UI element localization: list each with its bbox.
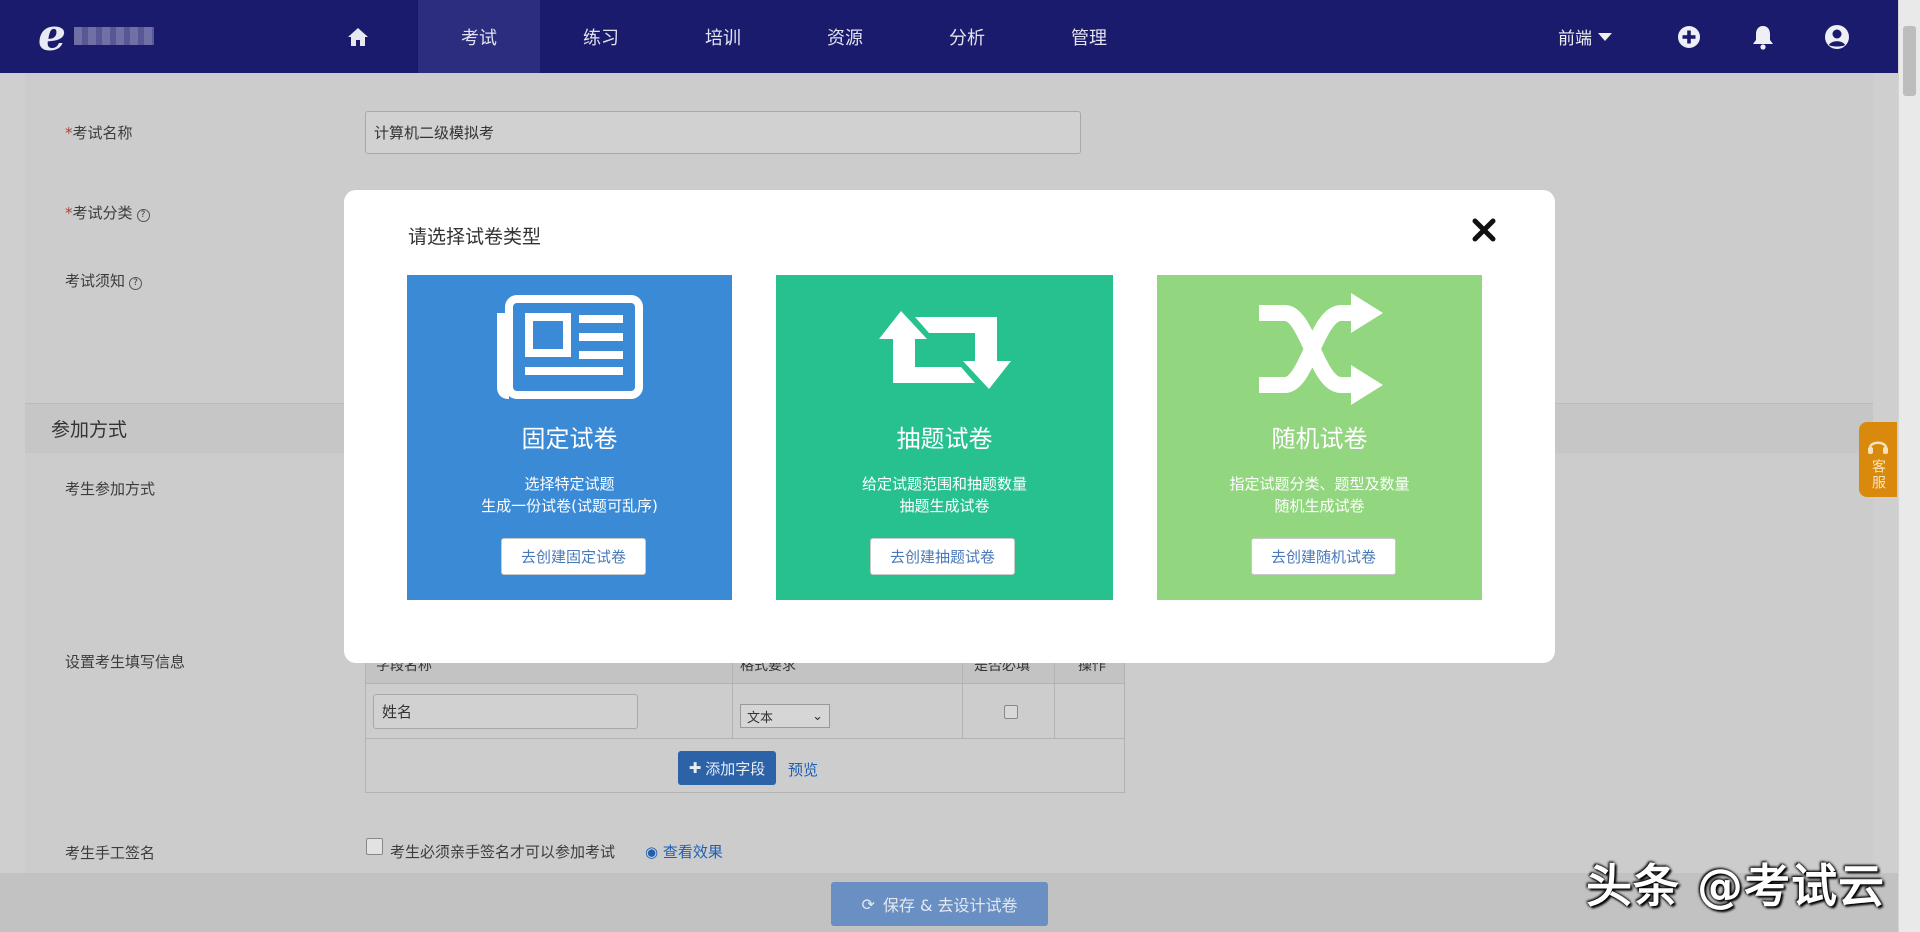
add-field-button[interactable]: ✚ 添加字段	[678, 751, 776, 785]
preview-link[interactable]: 预览	[788, 759, 818, 780]
nav-practice[interactable]: 练习	[540, 0, 662, 73]
watermark: 头条 @考试云	[1586, 859, 1886, 913]
scrollbar-thumb[interactable]	[1903, 26, 1916, 96]
fixed-paper-card[interactable]: 固定试卷 选择特定试题 生成一份试卷(试题可乱序) 去创建固定试卷	[407, 275, 732, 600]
nav-resources[interactable]: 资源	[784, 0, 906, 73]
customer-service-tab[interactable]: 客服	[1859, 422, 1897, 497]
format-select[interactable]: 文本 ⌄	[740, 704, 830, 728]
exam-notice-label: 考试须知?	[65, 270, 143, 291]
join-method-label: 考生参加方式	[65, 480, 156, 498]
signature-checkbox-text: 考生必须亲手签名才可以参加考试	[390, 843, 616, 861]
close-icon[interactable]	[1468, 214, 1500, 246]
shuffle-icon	[1157, 291, 1482, 405]
draw-paper-card[interactable]: 抽题试卷 给定试题范围和抽题数量 抽题生成试卷 去创建抽题试卷	[776, 275, 1113, 600]
create-random-paper-button[interactable]: 去创建随机试卷	[1251, 538, 1396, 575]
field-name-input[interactable]: 姓名	[373, 694, 638, 729]
card-desc: 指定试题分类、题型及数量 随机生成试卷	[1229, 475, 1410, 515]
chevron-down-icon: ⌄	[812, 708, 823, 724]
card-title: 固定试卷	[521, 425, 618, 453]
plus-icon: ✚	[688, 759, 702, 777]
home-icon[interactable]	[298, 0, 418, 73]
nav-exam[interactable]: 考试	[418, 0, 540, 73]
help-icon: ?	[136, 209, 150, 222]
card-title: 抽题试卷	[896, 425, 993, 453]
top-nav: e 考试 练习 培训 资源 分析 管理 前端	[0, 0, 1898, 73]
random-paper-card[interactable]: 随机试卷 指定试题分类、题型及数量 随机生成试卷 去创建随机试卷	[1157, 275, 1482, 600]
paper-type-modal: 请选择试卷类型 固定试卷 选择特定试题 生成一份试卷(试题可乱序) 去创建固定试卷	[344, 190, 1555, 663]
signature-checkbox[interactable]	[366, 838, 383, 855]
exam-name-input[interactable]: 计算机二级模拟考	[365, 111, 1081, 154]
logo[interactable]: e	[38, 14, 168, 58]
retweet-icon	[776, 295, 1113, 405]
nav-analysis[interactable]: 分析	[906, 0, 1028, 73]
terminal-dropdown[interactable]: 前端	[1558, 24, 1612, 49]
required-checkbox[interactable]	[1004, 705, 1018, 719]
add-circle-icon[interactable]	[1652, 0, 1726, 73]
exam-category-label: *考试分类?	[65, 202, 150, 223]
exam-name-label: *考试名称	[65, 124, 133, 142]
save-and-design-button[interactable]: ⟳ 保存 & 去设计试卷	[831, 882, 1048, 926]
card-desc: 选择特定试题 生成一份试卷(试题可乱序)	[481, 475, 658, 515]
create-draw-paper-button[interactable]: 去创建抽题试卷	[870, 538, 1015, 575]
eye-icon: ◉	[645, 843, 663, 861]
view-effect-link[interactable]: ◉ 查看效果	[645, 841, 723, 862]
signature-label: 考生手工签名	[65, 844, 156, 862]
card-title: 随机试卷	[1271, 425, 1368, 453]
scrollbar[interactable]	[1898, 0, 1920, 932]
caret-down-icon	[1598, 32, 1612, 41]
modal-title: 请选择试卷类型	[408, 226, 542, 248]
headset-icon	[1868, 441, 1888, 454]
bell-icon[interactable]	[1726, 0, 1800, 73]
fill-info-label: 设置考生填写信息	[65, 653, 186, 671]
create-fixed-paper-button[interactable]: 去创建固定试卷	[501, 538, 646, 575]
card-desc: 给定试题范围和抽题数量 抽题生成试卷	[861, 475, 1027, 515]
newspaper-icon	[407, 295, 732, 405]
help-icon: ?	[129, 277, 143, 290]
nav-training[interactable]: 培训	[662, 0, 784, 73]
refresh-icon: ⟳	[861, 894, 875, 914]
user-circle-icon[interactable]	[1800, 0, 1874, 73]
nav-manage[interactable]: 管理	[1028, 0, 1150, 73]
table-row: 姓名 文本 ⌄	[366, 684, 1124, 739]
